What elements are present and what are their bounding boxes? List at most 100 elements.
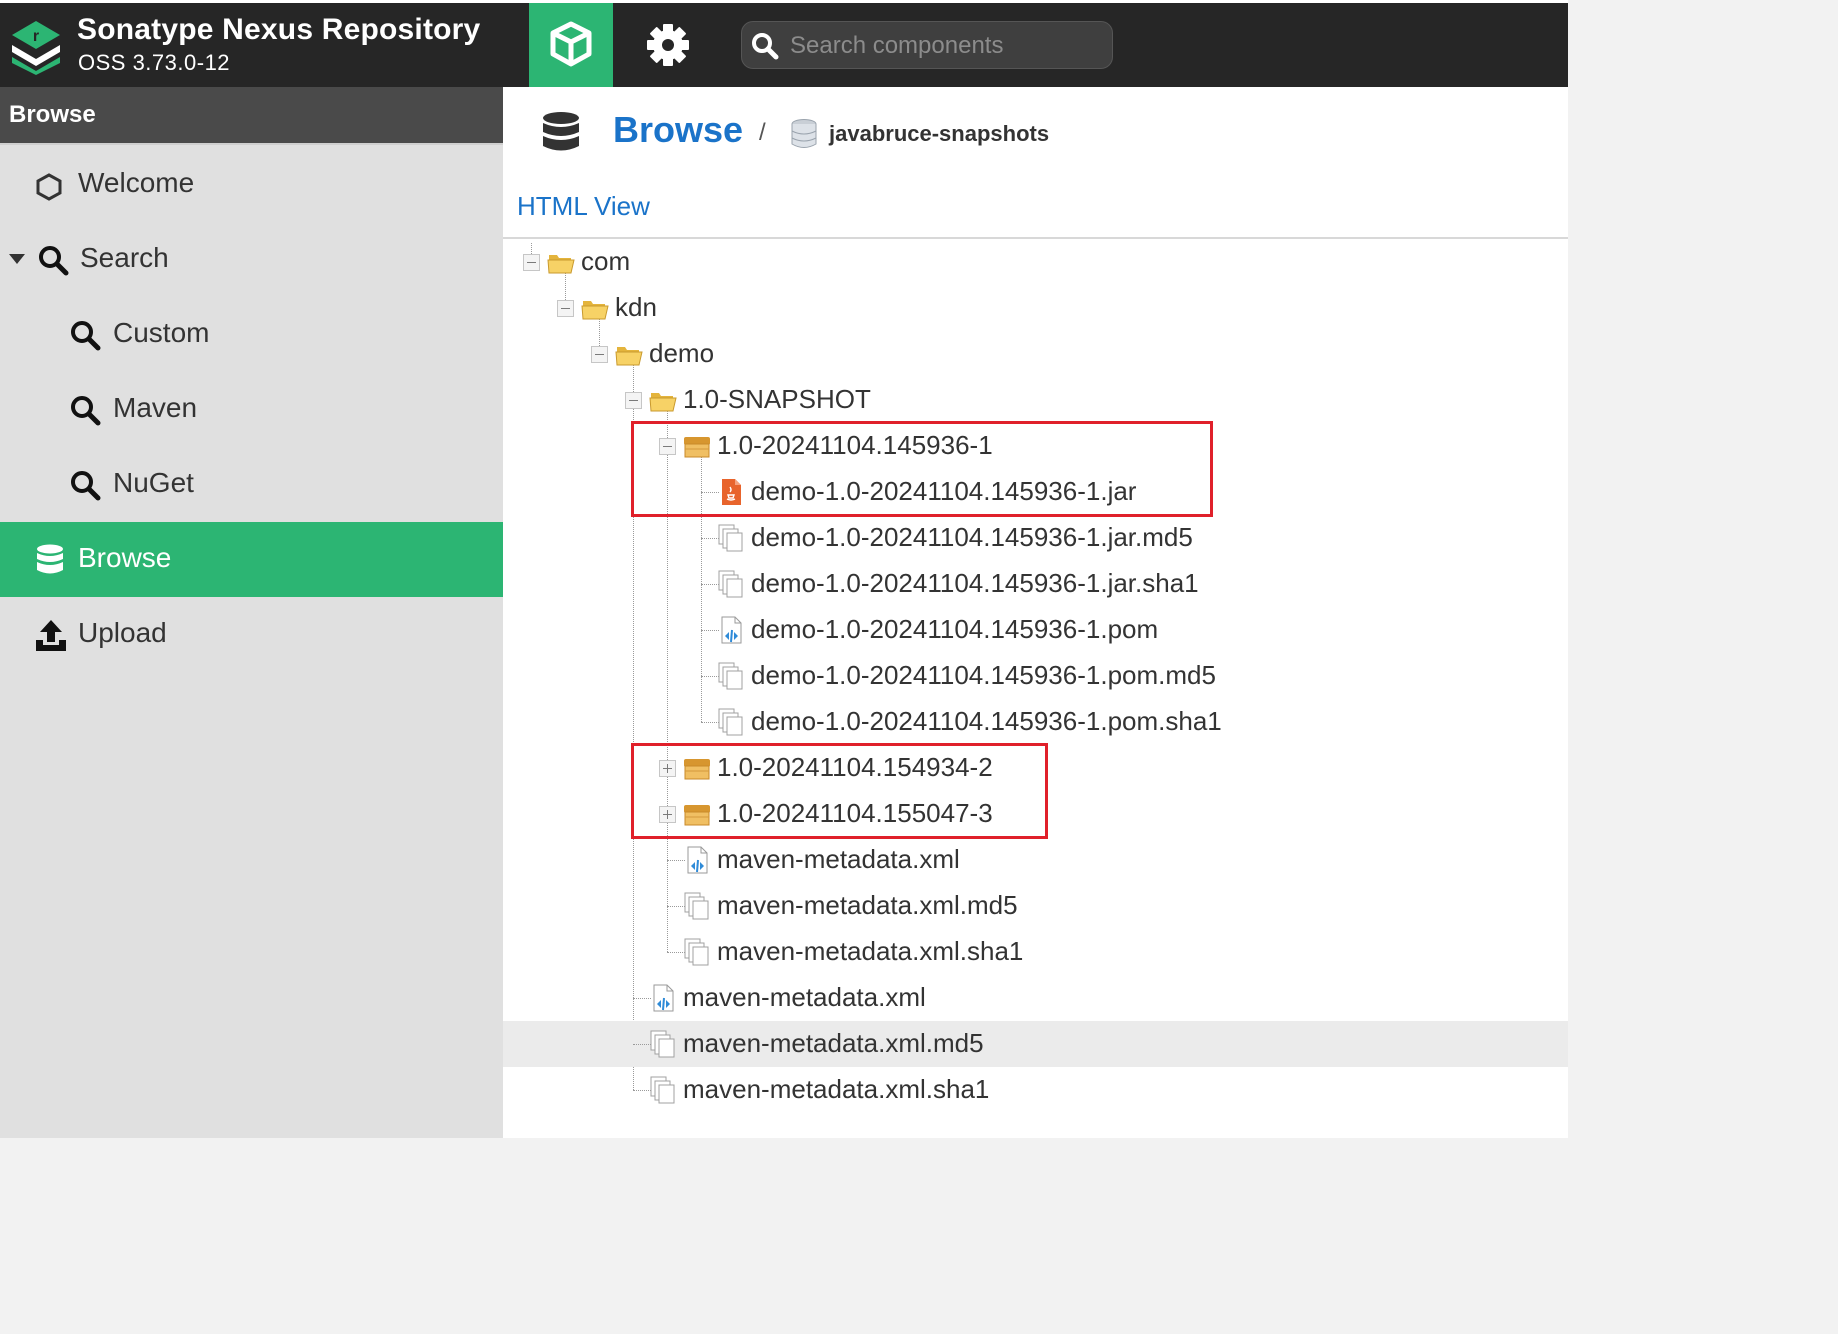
- xml-file-icon: [683, 846, 711, 874]
- sidebar-item-browse[interactable]: Browse: [0, 522, 503, 597]
- sidebar-item-nuget[interactable]: NuGet: [0, 447, 503, 522]
- search-icon: [71, 321, 101, 351]
- collapse-toggle-icon[interactable]: [659, 438, 676, 455]
- tree-file-row[interactable]: demo-1.0-20241104.145936-1.pom: [503, 607, 1568, 653]
- tree-folder-row[interactable]: com: [503, 239, 1568, 285]
- tree-node-label: maven-metadata.xml.md5: [717, 890, 1018, 920]
- search-icon: [71, 471, 101, 501]
- hexagon-icon: [36, 173, 62, 201]
- tree-node-label: demo: [649, 338, 715, 368]
- gear-icon: [647, 24, 689, 66]
- tree-node-label: maven-metadata.xml: [683, 982, 926, 1012]
- sidebar-item-search[interactable]: Search: [0, 222, 503, 297]
- tree-node-label: 1.0-20241104.145936-1: [717, 430, 993, 460]
- tree-file-row[interactable]: demo-1.0-20241104.145936-1.pom.md5: [503, 653, 1568, 699]
- search-components-box[interactable]: [741, 21, 1113, 69]
- collapse-toggle-icon[interactable]: [591, 346, 608, 363]
- file-icon: [717, 708, 745, 736]
- folder-icon: [615, 340, 643, 368]
- tree-node-label: com: [581, 246, 631, 276]
- app-title: Sonatype Nexus Repository: [77, 13, 481, 46]
- collapse-toggle-icon[interactable]: [557, 300, 574, 317]
- tree-folder-row[interactable]: kdn: [503, 285, 1568, 331]
- xml-file-icon: [649, 984, 677, 1012]
- file-icon: [717, 662, 745, 690]
- component-icon: [683, 754, 711, 782]
- tree-folder-row[interactable]: 1.0-SNAPSHOT: [503, 377, 1568, 423]
- tree-node-label: 1.0-SNAPSHOT: [683, 384, 871, 414]
- tree-node-label: demo-1.0-20241104.145936-1.jar: [751, 476, 1137, 506]
- search-components-input[interactable]: [788, 28, 1102, 64]
- sidebar: Browse Welcome Search Custom Maven NuGet…: [0, 87, 503, 1138]
- tree-file-row[interactable]: demo-1.0-20241104.145936-1.pom.sha1: [503, 699, 1568, 745]
- tree-node-label: maven-metadata.xml.sha1: [683, 1074, 990, 1104]
- folder-icon: [581, 294, 609, 322]
- tree-file-row[interactable]: maven-metadata.xml.md5: [503, 1021, 1568, 1067]
- app-version: OSS 3.73.0-12: [78, 50, 231, 75]
- main-panel: Browse / javabruce-snapshots HTML View c…: [503, 87, 1568, 1138]
- collapse-toggle-icon[interactable]: [523, 254, 540, 271]
- file-icon: [649, 1076, 677, 1104]
- top-bar: r Sonatype Nexus Repository OSS 3.73.0-1…: [0, 0, 1568, 87]
- tree-node-label: 1.0-20241104.154934-2: [717, 752, 993, 782]
- component-icon: [683, 432, 711, 460]
- sidebar-item-welcome[interactable]: Welcome: [0, 147, 503, 222]
- sidebar-item-maven[interactable]: Maven: [0, 372, 503, 447]
- sidebar-item-label: Custom: [113, 317, 210, 348]
- tree-node-label: 1.0-20241104.155047-3: [717, 798, 993, 828]
- sidebar-item-label: Upload: [78, 617, 167, 648]
- browse-mode-button[interactable]: [529, 3, 613, 87]
- sidebar-title: Browse: [9, 101, 96, 128]
- tree-file-row[interactable]: maven-metadata.xml.sha1: [503, 929, 1568, 975]
- sidebar-item-custom[interactable]: Custom: [0, 297, 503, 372]
- collapse-toggle-icon[interactable]: [625, 392, 642, 409]
- cube-icon: [550, 21, 592, 67]
- tree-file-row[interactable]: demo-1.0-20241104.145936-1.jar.sha1: [503, 561, 1568, 607]
- tree-node-label: demo-1.0-20241104.145936-1.pom.md5: [751, 660, 1216, 690]
- tree-node-label: demo-1.0-20241104.145936-1.jar.sha1: [751, 568, 1199, 598]
- jar-file-icon: [717, 478, 745, 506]
- tree-file-row[interactable]: maven-metadata.xml: [503, 837, 1568, 883]
- file-icon: [717, 570, 745, 598]
- tree-component-row[interactable]: 1.0-20241104.154934-2: [503, 745, 1568, 791]
- svg-text:r: r: [33, 28, 39, 45]
- sidebar-item-label: Welcome: [78, 167, 195, 198]
- expand-caret-icon[interactable]: [9, 254, 25, 264]
- tree-component-row[interactable]: 1.0-20241104.145936-1: [503, 423, 1568, 469]
- folder-icon: [649, 386, 677, 414]
- sidebar-item-upload[interactable]: Upload: [0, 597, 503, 672]
- sidebar-item-label: Search: [80, 242, 169, 273]
- expand-toggle-icon[interactable]: [659, 806, 676, 823]
- file-icon: [683, 892, 711, 920]
- tree-node-label: demo-1.0-20241104.145936-1.jar.md5: [751, 522, 1193, 552]
- database-icon: [37, 544, 63, 574]
- tree-node-label: maven-metadata.xml: [717, 844, 960, 874]
- nexus-logo-icon: r: [12, 21, 60, 75]
- tree-file-row[interactable]: maven-metadata.xml: [503, 975, 1568, 1021]
- tree-node-label: maven-metadata.xml.md5: [683, 1028, 984, 1058]
- file-icon: [717, 524, 745, 552]
- tree-file-row[interactable]: maven-metadata.xml.sha1: [503, 1067, 1568, 1113]
- file-icon: [683, 938, 711, 966]
- xml-file-icon: [717, 616, 745, 644]
- search-icon: [752, 33, 779, 60]
- tree-node-label: kdn: [615, 292, 657, 322]
- tree-node-label: demo-1.0-20241104.145936-1.pom: [751, 614, 1159, 644]
- upload-icon: [36, 620, 66, 651]
- component-icon: [683, 800, 711, 828]
- folder-icon: [547, 248, 575, 276]
- sidebar-item-label: NuGet: [113, 467, 194, 498]
- expand-toggle-icon[interactable]: [659, 760, 676, 777]
- tree-node-label: demo-1.0-20241104.145936-1.pom.sha1: [751, 706, 1222, 736]
- search-icon: [71, 396, 101, 426]
- tree-file-row[interactable]: demo-1.0-20241104.145936-1.jar.md5: [503, 515, 1568, 561]
- sidebar-item-label: Browse: [78, 542, 172, 573]
- tree-component-row[interactable]: 1.0-20241104.155047-3: [503, 791, 1568, 837]
- search-icon: [39, 246, 69, 276]
- sidebar-header: Browse: [0, 87, 503, 145]
- admin-settings-button[interactable]: [630, 3, 706, 87]
- tree-folder-row[interactable]: demo: [503, 331, 1568, 377]
- repository-tree: com kdn demo 1.0-SNAPSHOT 1.0-20241104.14593…: [503, 87, 1568, 1138]
- tree-file-row[interactable]: maven-metadata.xml.md5: [503, 883, 1568, 929]
- tree-file-row[interactable]: demo-1.0-20241104.145936-1.jar: [503, 469, 1568, 515]
